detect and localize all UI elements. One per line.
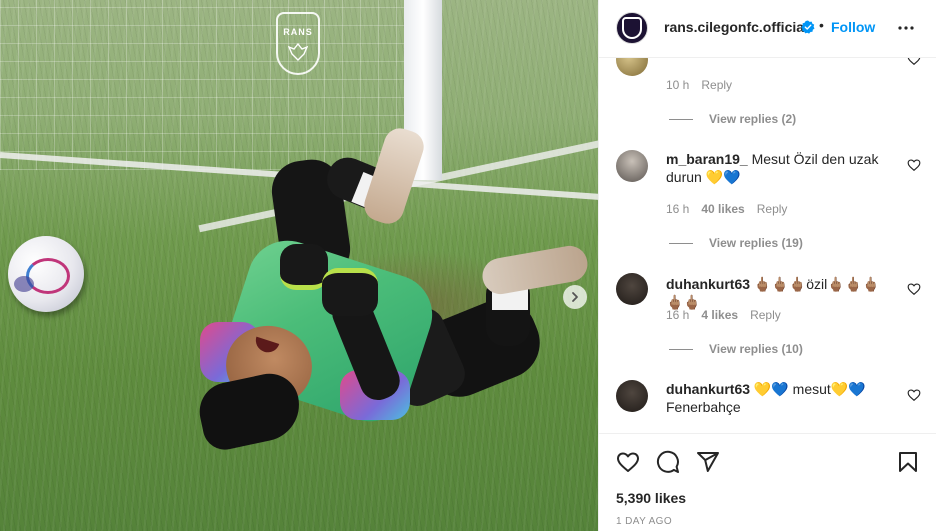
post-timestamp[interactable]: 1 DAY AGO — [616, 516, 672, 527]
post-actions-bar: 5,390 likes 1 DAY AGO — [599, 433, 936, 531]
view-replies-button[interactable]: View replies (19) — [669, 236, 803, 250]
comment-time[interactable]: 16 h — [666, 202, 689, 216]
comment-time[interactable]: 16 h — [666, 308, 689, 322]
comment-avatar[interactable] — [616, 150, 648, 182]
comment-likes[interactable]: 40 likes — [701, 202, 744, 216]
reply-button[interactable]: Reply — [750, 308, 781, 322]
comment-avatar[interactable] — [616, 58, 648, 76]
share-icon[interactable] — [696, 450, 720, 474]
comment-like-heart-icon[interactable] — [907, 282, 921, 296]
comment-like-heart-icon[interactable] — [907, 158, 921, 172]
goalkeeper-figure — [0, 0, 598, 531]
reply-button[interactable]: Reply — [757, 202, 788, 216]
chevron-right-icon — [572, 292, 578, 302]
post-header: rans.cilegonfc.official • Follow — [599, 0, 936, 58]
comment-username[interactable]: m_baran19_ — [666, 151, 748, 167]
comment-text: duhankurt63 💛💙 mesut💛💙 Fenerbahçe — [666, 380, 881, 416]
reply-button[interactable]: Reply — [701, 78, 732, 92]
post-image[interactable]: RANS — [0, 0, 598, 531]
view-replies-label: View replies (19) — [709, 236, 803, 250]
comment-text: m_baran19_ Mesut Özil den uzak durun 💛💙 — [666, 150, 886, 186]
account-avatar[interactable] — [616, 12, 648, 44]
comment-time[interactable]: 10 h — [666, 78, 689, 92]
follow-button[interactable]: Follow — [831, 19, 875, 35]
view-replies-label: View replies (2) — [709, 112, 797, 126]
bookmark-icon[interactable] — [896, 450, 920, 474]
account-username[interactable]: rans.cilegonfc.official — [664, 19, 808, 35]
comment-like-heart-icon[interactable] — [907, 388, 921, 402]
post-sidebar: rans.cilegonfc.official • Follow 10 h Re… — [598, 0, 936, 531]
more-options-icon[interactable] — [896, 18, 916, 38]
comment-username[interactable]: duhankurt63 — [666, 381, 750, 397]
replies-divider-line — [669, 242, 693, 244]
comment-likes[interactable]: 4 likes — [701, 308, 738, 322]
comment-meta: 16 h 4 likes Reply — [666, 308, 781, 322]
comments-list[interactable]: 10 h Reply View replies (2) m_baran19_ M… — [599, 58, 936, 433]
comment-meta: 16 h 40 likes Reply — [666, 202, 787, 216]
comment-meta: 10 h Reply — [666, 78, 732, 92]
comment-text: duhankurt63 🖕🏽🖕🏽🖕🏽özil🖕🏽🖕🏽🖕🏽🖕🏽🖕🏽 — [666, 275, 896, 311]
view-replies-label: View replies (10) — [709, 342, 803, 356]
header-separator: • — [819, 17, 824, 33]
verified-badge-icon — [801, 20, 815, 34]
comment-username[interactable]: duhankurt63 — [666, 276, 750, 292]
comment-like-heart-icon[interactable] — [907, 58, 921, 66]
replies-divider-line — [669, 348, 693, 350]
comment-avatar[interactable] — [616, 380, 648, 412]
comment-avatar[interactable] — [616, 273, 648, 305]
carousel-next-button[interactable] — [563, 285, 587, 309]
comment-icon[interactable] — [656, 450, 680, 474]
view-replies-button[interactable]: View replies (10) — [669, 342, 803, 356]
post-likes-count[interactable]: 5,390 likes — [616, 490, 686, 506]
view-replies-button[interactable]: View replies (2) — [669, 112, 796, 126]
replies-divider-line — [669, 118, 693, 120]
heart-icon[interactable] — [616, 450, 640, 474]
